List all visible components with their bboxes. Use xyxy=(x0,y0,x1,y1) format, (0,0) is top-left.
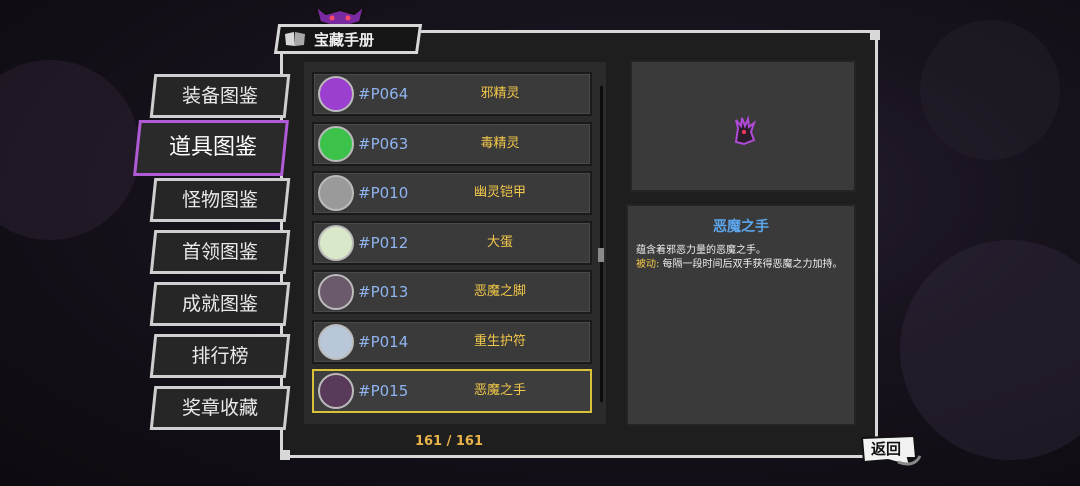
big-egg-icon xyxy=(318,225,354,261)
item-code: #P013 xyxy=(358,283,409,301)
item-code: #P064 xyxy=(358,85,409,103)
item-name: 恶魔之手 xyxy=(473,383,526,398)
scrollbar-track[interactable] xyxy=(600,86,603,402)
item-code: #P015 xyxy=(358,382,409,400)
item-name: 毒精灵 xyxy=(480,136,520,151)
item-passive: 被动: 每隔一段时间后双手获得恶魔之力加持。 xyxy=(636,258,850,272)
page-title: 宝藏手册 xyxy=(314,30,375,49)
back-button-label: 返回 xyxy=(870,440,901,458)
passive-text: 每隔一段时间后双手获得恶魔之力加持。 xyxy=(659,259,843,270)
tab-equipment-label: 装备图鉴 xyxy=(181,85,258,107)
item-name: 恶魔之脚 xyxy=(473,284,526,299)
demon-hand-icon xyxy=(318,373,354,409)
item-name: 大蛋 xyxy=(486,235,513,250)
panel-header: 宝藏手册 xyxy=(284,24,374,54)
item-name: 重生护符 xyxy=(473,334,526,349)
evil-spirit-icon xyxy=(318,76,354,112)
item-code: #P012 xyxy=(358,234,409,252)
background-decoration xyxy=(920,20,1060,160)
tab-items-label: 道具图鉴 xyxy=(168,135,257,160)
item-counter: 161 / 161 xyxy=(414,434,484,449)
passive-label: 被动: xyxy=(636,259,660,270)
item-code: #P014 xyxy=(358,333,409,351)
panel-corner xyxy=(280,450,290,460)
tab-leaderboard-label: 排行榜 xyxy=(191,345,249,367)
item-code: #P010 xyxy=(358,184,409,202)
background-decoration xyxy=(900,240,1080,460)
tab-achievements-label: 成就图鉴 xyxy=(181,293,258,315)
item-name: 邪精灵 xyxy=(480,86,520,101)
item-detail-title: 恶魔之手 xyxy=(713,219,769,235)
poison-spirit-icon xyxy=(318,126,354,162)
book-icon xyxy=(285,32,305,46)
tab-medals-label: 奖章收藏 xyxy=(181,397,258,419)
item-code: #P063 xyxy=(358,135,409,153)
demon-foot-icon xyxy=(318,274,354,310)
demon-hand-icon xyxy=(734,115,757,146)
background-decoration xyxy=(0,60,140,240)
scrollbar-thumb[interactable] xyxy=(598,248,604,262)
tab-bosses-label: 首领图鉴 xyxy=(181,241,258,263)
item-description: 蕴含着邪恶力量的恶魔之手。 被动: 每隔一段时间后双手获得恶魔之力加持。 xyxy=(636,244,850,272)
item-name: 幽灵铠甲 xyxy=(473,185,526,200)
panel-corner xyxy=(870,30,880,40)
ghost-armor-icon xyxy=(318,175,354,211)
item-description-text: 蕴含着邪恶力量的恶魔之手。 xyxy=(636,245,766,256)
item-description-panel xyxy=(626,204,856,426)
rebirth-amulet-icon xyxy=(318,324,354,360)
tab-monsters-label: 怪物图鉴 xyxy=(181,189,258,211)
